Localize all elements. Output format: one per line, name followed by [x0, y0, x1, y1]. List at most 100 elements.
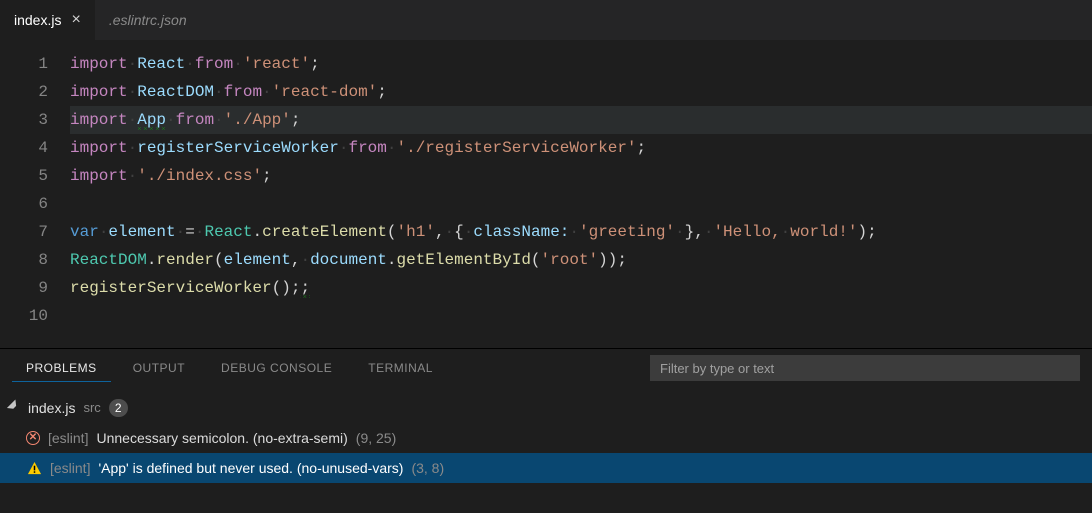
token: var	[70, 223, 99, 241]
token: {	[454, 223, 464, 241]
token: ;	[262, 167, 272, 185]
token: ReactDOM	[70, 251, 147, 269]
token: App	[137, 111, 166, 130]
token: from	[348, 139, 386, 157]
token: .	[252, 223, 262, 241]
token: ·	[128, 55, 138, 73]
token: .	[147, 251, 157, 269]
token: registerServiceWorker	[137, 139, 339, 157]
token: document	[310, 251, 387, 269]
problems-filter-input[interactable]	[650, 355, 1080, 381]
code-line[interactable]: import·'./index.css';	[70, 162, 1092, 190]
code-line[interactable]: ReactDOM.render(element,·document.getEle…	[70, 246, 1092, 274]
code-line[interactable]: var·element·=·React.createElement('h1',·…	[70, 218, 1092, 246]
tab-index-js[interactable]: index.js ×	[0, 0, 95, 40]
token: React	[137, 55, 185, 73]
problems-file-row[interactable]: index.js src 2	[0, 393, 1092, 423]
token: ,	[694, 223, 704, 241]
token: ·	[214, 83, 224, 101]
token: 'greeting'	[579, 223, 675, 241]
line-number: 4	[0, 134, 48, 162]
problems-file-path: src	[83, 395, 100, 421]
token: import	[70, 111, 128, 129]
token: ;	[637, 139, 647, 157]
line-number: 6	[0, 190, 48, 218]
code-line[interactable]: import·registerServiceWorker·from·'./reg…	[70, 134, 1092, 162]
code-line[interactable]	[70, 190, 1092, 218]
problems-count-badge: 2	[109, 399, 128, 417]
token: 'react-dom'	[272, 83, 378, 101]
problem-source: [eslint]	[50, 455, 90, 481]
panel-tab-terminal[interactable]: TERMINAL	[354, 355, 447, 382]
token: ·	[464, 223, 474, 241]
token: import	[70, 83, 128, 101]
token: (	[531, 251, 541, 269]
token: import	[70, 139, 128, 157]
problems-list: index.js src 2 ✕[eslint]Unnecessary semi…	[0, 387, 1092, 489]
token: ·	[128, 167, 138, 185]
token: );	[858, 223, 877, 241]
token: from	[224, 83, 262, 101]
problems-file-name: index.js	[28, 395, 75, 421]
problem-row[interactable]: ✕[eslint]Unnecessary semicolon. (no-extr…	[0, 423, 1092, 453]
code-line[interactable]: import·App·from·'./App';	[70, 106, 1092, 134]
token: }	[685, 223, 695, 241]
problem-location: (9, 25)	[356, 425, 396, 451]
panel-tab-problems[interactable]: PROBLEMS	[12, 355, 111, 382]
token: ));	[598, 251, 627, 269]
panel-tab-debug-console[interactable]: DEBUG CONSOLE	[207, 355, 346, 382]
code-line[interactable]	[70, 302, 1092, 330]
token: .	[387, 251, 397, 269]
token: ·	[128, 111, 138, 129]
line-number: 7	[0, 218, 48, 246]
token: ReactDOM	[137, 83, 214, 101]
tab-eslintrc-json[interactable]: .eslintrc.json	[95, 0, 201, 40]
tab-label: index.js	[14, 12, 61, 28]
token: './registerServiceWorker'	[396, 139, 636, 157]
token: world!'	[790, 223, 857, 241]
line-number: 1	[0, 50, 48, 78]
panel-tab-output[interactable]: OUTPUT	[119, 355, 199, 382]
line-number: 5	[0, 162, 48, 190]
warning-icon	[26, 460, 42, 476]
token: ;	[377, 83, 387, 101]
close-icon[interactable]: ×	[71, 12, 80, 28]
code-area[interactable]: import·React·from·'react';import·ReactDO…	[70, 50, 1092, 348]
token: ·	[262, 83, 272, 101]
token: (	[214, 251, 224, 269]
line-number: 2	[0, 78, 48, 106]
token: ·	[128, 83, 138, 101]
code-line[interactable]: registerServiceWorker();;	[70, 274, 1092, 302]
code-line[interactable]: import·React·from·'react';	[70, 50, 1092, 78]
token: ·	[166, 111, 176, 129]
token: ;	[291, 111, 301, 129]
token: ·	[300, 251, 310, 269]
token: ;	[300, 279, 310, 298]
token: 'h1'	[397, 223, 435, 241]
error-icon: ✕	[26, 431, 40, 445]
token: element	[108, 223, 175, 241]
token: './index.css'	[137, 167, 262, 185]
token: ·	[233, 55, 243, 73]
token: React	[204, 223, 252, 241]
panel-tabbar: PROBLEMS OUTPUT DEBUG CONSOLE TERMINAL	[0, 349, 1092, 387]
code-editor[interactable]: 12345678910 import·React·from·'react';im…	[0, 40, 1092, 348]
token: createElement	[262, 223, 387, 241]
token: from	[195, 55, 233, 73]
token: element	[224, 251, 291, 269]
problem-row[interactable]: [eslint]'App' is defined but never used.…	[0, 453, 1092, 483]
token: 'react'	[243, 55, 310, 73]
token: className:	[473, 223, 569, 241]
token: ·	[569, 223, 579, 241]
token: =	[185, 223, 195, 241]
token: ·	[128, 139, 138, 157]
problem-location: (3, 8)	[411, 455, 444, 481]
token: getElementById	[397, 251, 531, 269]
code-line[interactable]: import·ReactDOM·from·'react-dom';	[70, 78, 1092, 106]
line-number-gutter: 12345678910	[0, 50, 70, 348]
problem-message: Unnecessary semicolon. (no-extra-semi)	[96, 425, 347, 451]
line-number: 8	[0, 246, 48, 274]
token: ·	[185, 55, 195, 73]
token: 'Hello,	[713, 223, 780, 241]
line-number: 9	[0, 274, 48, 302]
